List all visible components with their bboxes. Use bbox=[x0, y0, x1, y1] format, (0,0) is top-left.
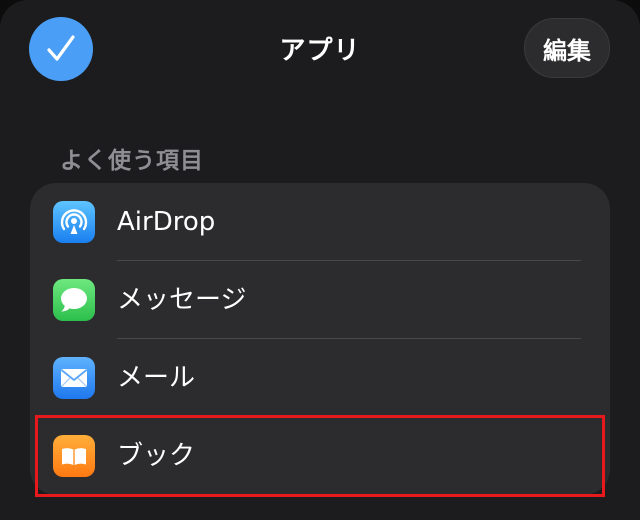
list-item-label: ブック bbox=[117, 441, 196, 471]
list-item-books[interactable]: ブック bbox=[30, 417, 610, 495]
airdrop-icon bbox=[53, 201, 95, 243]
messages-icon bbox=[53, 279, 95, 321]
list-item-mail[interactable]: メール bbox=[30, 339, 610, 417]
books-icon bbox=[53, 435, 95, 477]
section-title: よく使う項目 bbox=[60, 148, 204, 174]
favorites-list: AirDrop メッセージ メール ブック bbox=[30, 183, 610, 495]
list-item-label: AirDrop bbox=[117, 207, 216, 237]
edit-button[interactable]: 編集 bbox=[524, 18, 610, 78]
list-item-label: メール bbox=[117, 363, 196, 393]
list-item-messages[interactable]: メッセージ bbox=[30, 261, 610, 339]
share-sheet: アプリ 編集 よく使う項目 AirDrop メッセージ メール ブック bbox=[0, 0, 640, 520]
mail-icon bbox=[53, 357, 95, 399]
list-item-label: メッセージ bbox=[117, 285, 247, 315]
list-item-airdrop[interactable]: AirDrop bbox=[30, 183, 610, 261]
